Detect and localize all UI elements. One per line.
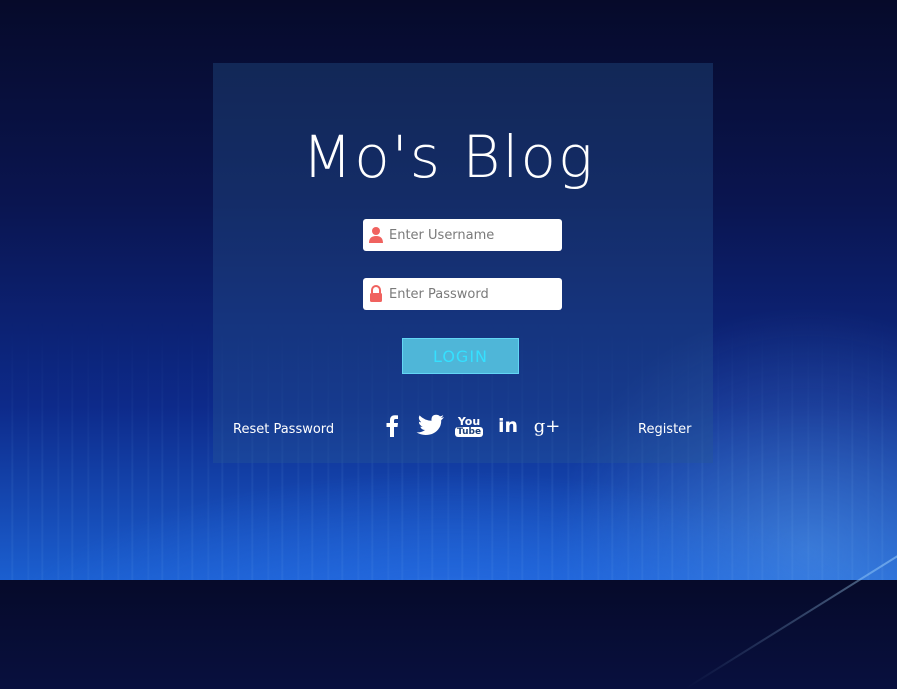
blog-title: Mo's Blog — [302, 123, 595, 191]
login-button[interactable]: LOGIN — [402, 338, 519, 374]
password-input[interactable] — [389, 286, 554, 302]
reset-password-link[interactable]: Reset Password — [233, 422, 334, 437]
user-icon — [363, 219, 389, 251]
linkedin-icon[interactable]: in — [497, 412, 519, 440]
password-field[interactable] — [363, 278, 562, 310]
lock-icon — [363, 278, 389, 310]
twitter-icon[interactable] — [414, 412, 446, 440]
youtube-icon[interactable]: You Tube — [454, 412, 484, 440]
register-link[interactable]: Register — [638, 422, 692, 437]
username-field[interactable] — [363, 219, 562, 251]
google-plus-icon[interactable]: g+ — [534, 412, 561, 440]
facebook-icon[interactable] — [383, 412, 401, 440]
username-input[interactable] — [389, 227, 554, 243]
